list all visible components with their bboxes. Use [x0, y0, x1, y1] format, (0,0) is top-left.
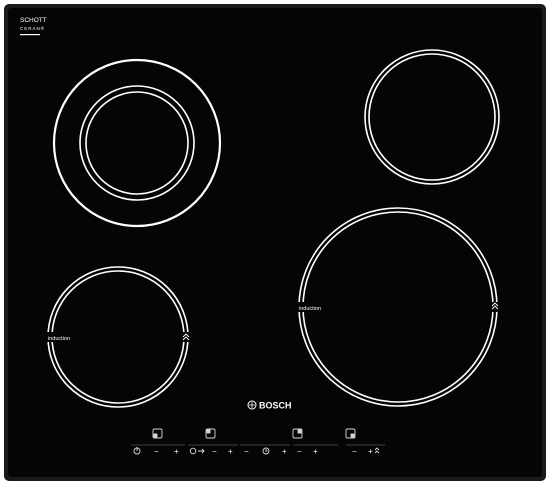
minus-button[interactable]: −: [352, 447, 357, 456]
glass-maker-line2: CERAN®: [20, 25, 45, 31]
zone-front-right-label: induction: [299, 306, 321, 312]
minus-button[interactable]: −: [297, 447, 302, 456]
zone-front-left-label: induction: [48, 336, 70, 342]
glass-maker-line1: SCHOTT: [20, 17, 47, 24]
minus-button[interactable]: −: [154, 447, 159, 456]
plus-button[interactable]: +: [313, 447, 318, 456]
plus-button[interactable]: +: [282, 447, 287, 456]
minus-button[interactable]: −: [244, 447, 249, 456]
cooktop: SCHOTT CERAN® induction induction BOSCH …: [4, 4, 546, 481]
brand-name: BOSCH: [259, 401, 292, 411]
plus-button[interactable]: +: [174, 447, 179, 456]
plus-button[interactable]: +: [368, 447, 373, 456]
plus-button[interactable]: +: [228, 447, 233, 456]
glass-maker-underline: [20, 34, 40, 36]
minus-button[interactable]: −: [212, 447, 217, 456]
